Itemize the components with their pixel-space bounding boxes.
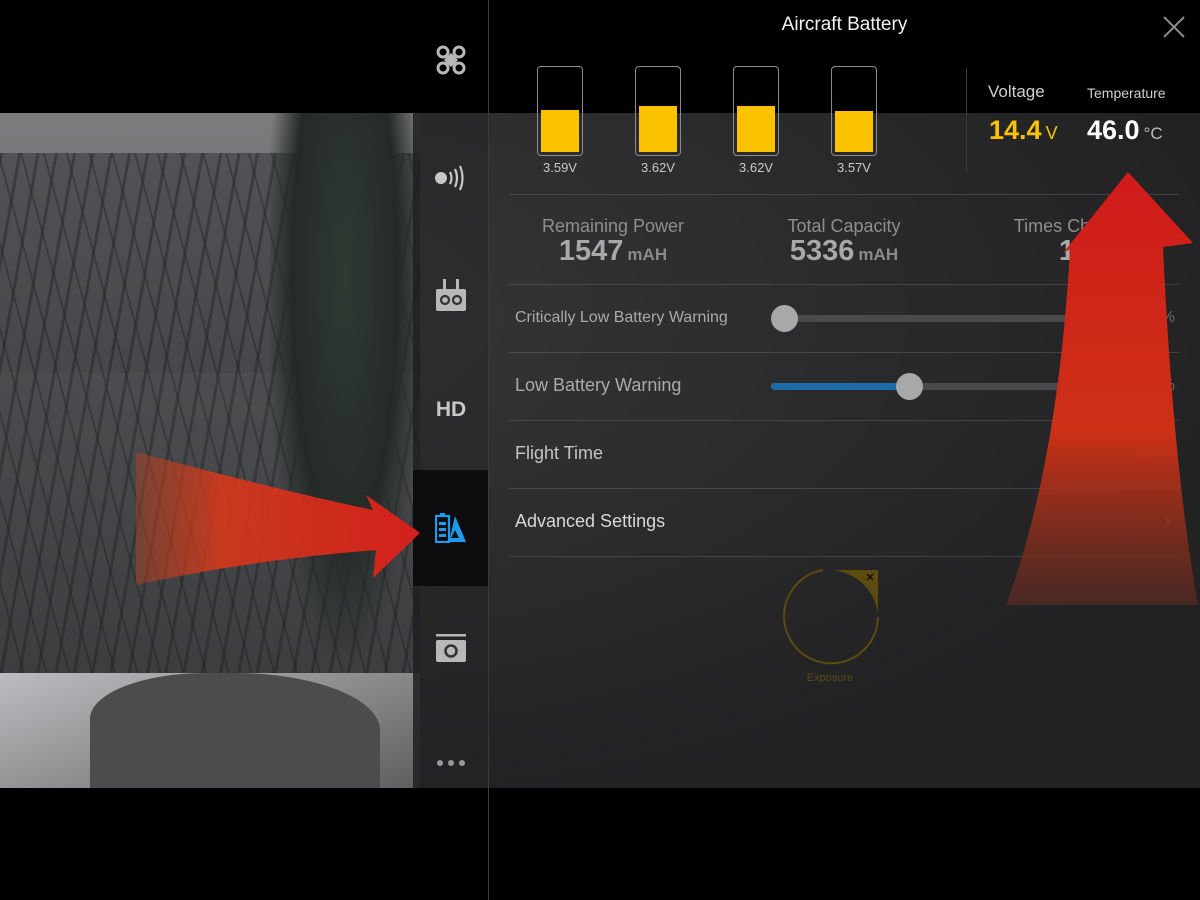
remote-controller-icon: [436, 279, 466, 311]
setting-label: Critically Low Battery Warning: [515, 309, 728, 326]
stat-number: 5336: [789, 235, 855, 267]
sidebar-item-aircraft[interactable]: [413, 30, 489, 90]
battery-icon: [435, 513, 466, 543]
battery-cell: 3.62V: [733, 66, 779, 175]
cell-voltage: 3.57V: [837, 160, 871, 175]
setting-label: Advanced Settings: [515, 511, 666, 531]
cell-voltage: 3.59V: [543, 160, 577, 175]
exposure-ring-icon[interactable]: [781, 567, 881, 667]
stat-number: 1547: [558, 235, 624, 267]
slider-thumb[interactable]: [771, 305, 798, 332]
setting-label: Flight Time: [515, 443, 604, 463]
setting-low-battery: Low Battery Warning 30%: [515, 352, 1175, 420]
stat-value: 16: [965, 235, 1185, 268]
sidebar-item-battery[interactable]: [413, 470, 489, 586]
cell-gauge: [635, 66, 681, 156]
close-button[interactable]: [1161, 14, 1187, 40]
stats-divider: [966, 68, 967, 173]
temperature-label: Temperature: [1087, 85, 1166, 101]
cell-gauge: [537, 66, 583, 156]
voltage-unit: V: [1045, 123, 1058, 143]
voltage-value: 14.4 V: [989, 115, 1058, 146]
cell-fill: [541, 109, 579, 152]
voltage-number: 14.4: [989, 115, 1042, 145]
voltage-label: Voltage: [988, 82, 1045, 101]
low-battery-slider[interactable]: [771, 373, 1091, 400]
temperature-number: 46.0: [1087, 115, 1140, 145]
cell-voltage: 3.62V: [739, 160, 773, 175]
cell-fill: [639, 106, 677, 152]
cell-voltage: 3.62V: [641, 160, 675, 175]
sidebar-item-signal[interactable]: [413, 148, 489, 208]
temperature-value: 46.0 °C: [1087, 115, 1163, 146]
sidebar-item-more[interactable]: [413, 733, 489, 793]
setting-flight-time: Flight Time 15:49: [515, 420, 1175, 488]
setting-advanced[interactable]: Advanced Settings ›: [515, 488, 1175, 556]
setting-value: 15:49: [1134, 446, 1175, 463]
setting-value: 10%: [1142, 309, 1175, 326]
sidebar-item-hd[interactable]: HD: [413, 380, 489, 440]
drone-icon: [436, 45, 466, 75]
sidebar-item-camera[interactable]: [413, 618, 489, 678]
hd-label: HD: [435, 398, 467, 421]
close-icon: [1163, 16, 1185, 38]
stat-value: 5336 mAH: [734, 235, 954, 268]
setting-critical-low-battery: Critically Low Battery Warning 10%: [515, 284, 1175, 352]
cell-fill: [835, 111, 873, 152]
exposure-label: Exposure: [806, 672, 854, 684]
stat-unit: mAH: [858, 245, 899, 264]
cell-fill: [737, 106, 775, 152]
stat-total-capacity: Total Capacity 5336 mAH: [734, 216, 954, 268]
stat-times-charged: Times Charged 16: [965, 216, 1185, 268]
stat-remaining-power: Remaining Power 1547 mAH: [503, 216, 723, 268]
chevron-right-icon: ›: [1163, 508, 1171, 533]
stat-label: Times Charged: [1013, 216, 1137, 236]
battery-cell: 3.57V: [831, 66, 877, 175]
stat-label: Remaining Power: [541, 216, 685, 236]
setting-value: 30%: [1142, 377, 1175, 394]
slider-fill: [771, 383, 909, 390]
stat-label: Total Capacity: [787, 216, 901, 236]
stat-number: 16: [1058, 235, 1092, 267]
signal-icon: [435, 165, 464, 191]
battery-panel: Aircraft Battery 3.59V 3.62V 3.62V 3.57V…: [489, 0, 1200, 900]
camera-pine: [270, 113, 420, 653]
setting-label: Low Battery Warning: [515, 375, 682, 395]
divider: [509, 556, 1179, 557]
more-icon: [437, 760, 465, 766]
camera-icon: [436, 634, 466, 662]
camera-rock: [90, 673, 380, 788]
slider-thumb[interactable]: [895, 373, 923, 400]
panel-title: Aircraft Battery: [781, 14, 908, 35]
cell-gauge: [733, 66, 779, 156]
critical-low-slider[interactable]: [771, 305, 1091, 332]
sidebar-item-remote-controller[interactable]: [413, 266, 489, 326]
cell-gauge: [831, 66, 877, 156]
stat-unit: mAH: [627, 245, 668, 264]
temperature-unit: °C: [1143, 124, 1163, 143]
divider: [509, 194, 1179, 195]
battery-cell: 3.62V: [635, 66, 681, 175]
stat-value: 1547 mAH: [503, 235, 723, 268]
settings-sidebar: HD: [413, 0, 489, 900]
battery-cell: 3.59V: [537, 66, 583, 175]
